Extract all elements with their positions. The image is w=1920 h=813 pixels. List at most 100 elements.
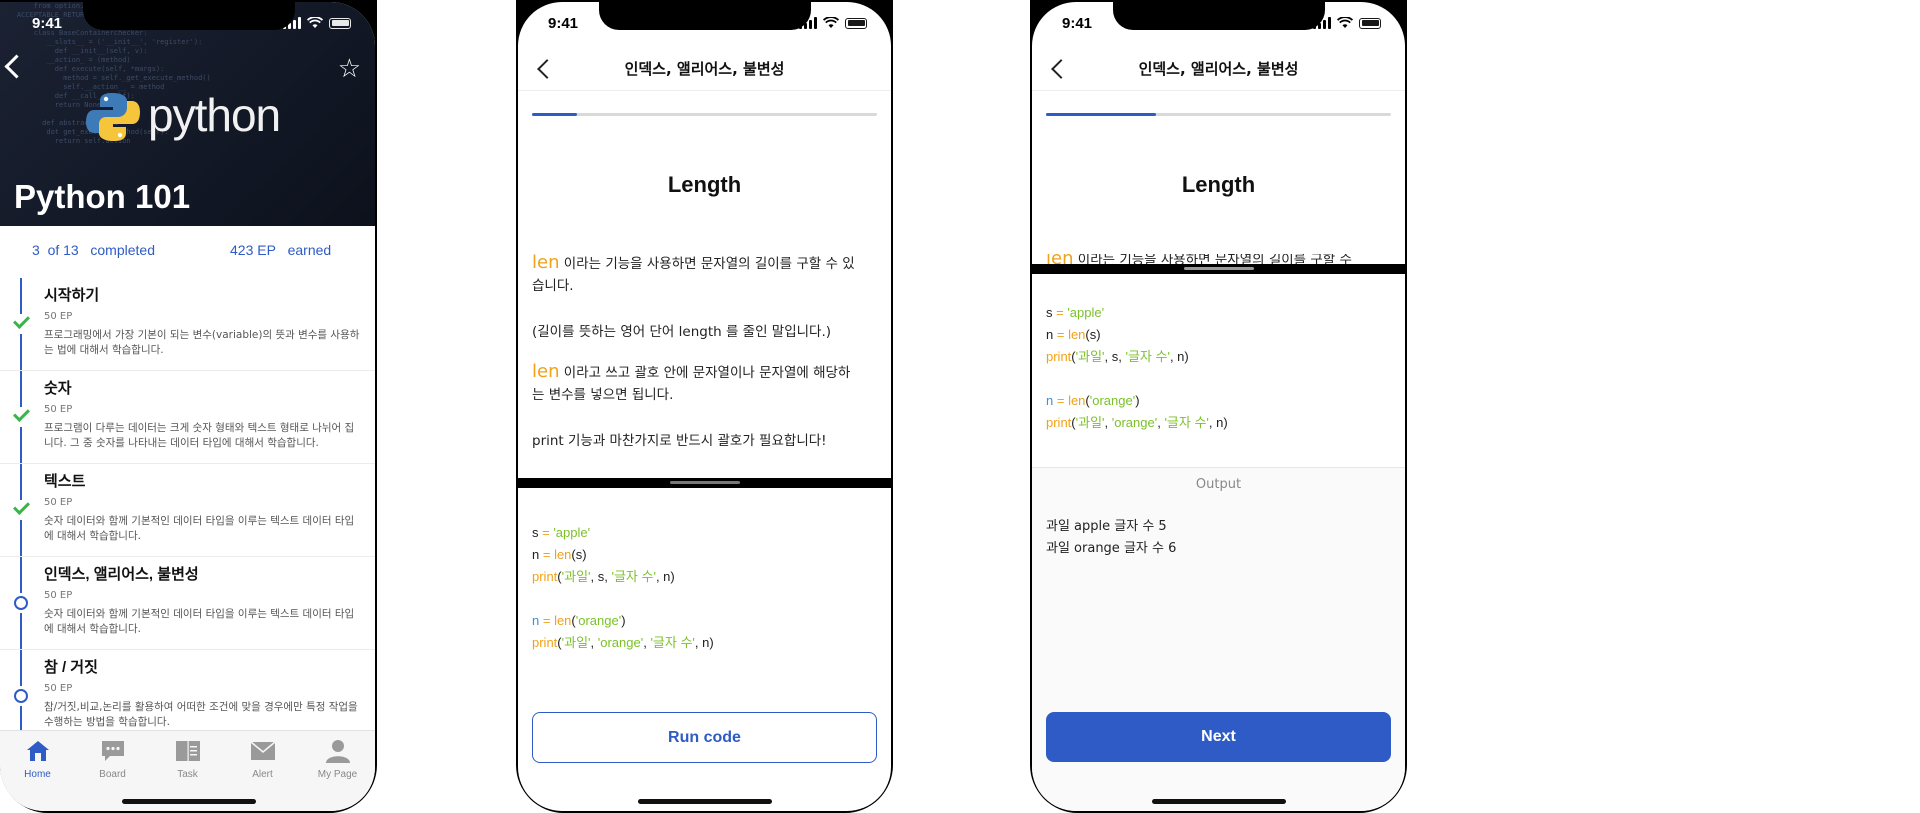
person-icon — [325, 740, 350, 763]
lesson-ep: 50 EP — [44, 404, 73, 415]
status-time: 9:41 — [1062, 15, 1093, 32]
lesson-title: 시작하기 — [44, 287, 100, 304]
status-time: 9:41 — [548, 15, 579, 32]
python-logo-icon — [86, 93, 140, 141]
battery-icon — [1359, 17, 1381, 29]
lesson-screen-step: 인덱스, 앨리어스, 불변성 Length len 이라는 기능을 사용하면 문… — [516, 0, 893, 813]
next-button[interactable]: Next — [1046, 712, 1391, 762]
lesson-screen-content: 인덱스, 앨리어스, 불변성 Length len 이라는 기능을 사용하면 문… — [1032, 2, 1405, 811]
current-circle-icon — [11, 593, 31, 613]
star-icon[interactable]: ☆ — [338, 56, 361, 82]
lesson-progress-fill — [532, 113, 577, 116]
lesson-screen-output: 인덱스, 앨리어스, 불변성 Length len 이라는 기능을 사용하면 문… — [1030, 0, 1407, 813]
code-line: print('과일', s, '글자 수', n) — [532, 569, 675, 584]
panel-splitter[interactable] — [518, 478, 891, 488]
code-line: n = len('orange') — [1046, 393, 1140, 408]
wifi-icon — [307, 17, 323, 28]
tab-board-label: Board — [99, 769, 126, 780]
status-time: 9:41 — [32, 15, 63, 32]
lesson-screen-content: 인덱스, 앨리어스, 불변성 Length len 이라는 기능을 사용하면 문… — [518, 2, 891, 811]
lesson-ep: 50 EP — [44, 683, 73, 694]
tab-home-label: Home — [24, 769, 51, 780]
home-icon — [26, 741, 49, 761]
tab-home[interactable]: Home — [0, 739, 75, 780]
drag-handle[interactable] — [669, 481, 740, 484]
drag-handle[interactable] — [1183, 267, 1254, 270]
completed-check-icon — [11, 405, 31, 427]
lesson-item[interactable]: 시작하기 50 EP 프로그래밍에서 가장 기본이 되는 변수(variable… — [0, 278, 375, 371]
tab-my-page[interactable]: My Page — [300, 739, 375, 780]
lesson-description: 프로그래밍에서 가장 기본이 되는 변수(variable)의 뜻과 변수를 사… — [44, 329, 360, 356]
lesson-title: 텍스트 — [44, 473, 86, 490]
lesson-progress-track — [1046, 113, 1391, 116]
device-notch — [82, 0, 295, 30]
lesson-ep: 50 EP — [44, 497, 73, 508]
code-block: s = 'apple' n = len(s) print('과일', s, '글… — [532, 522, 714, 654]
output-header: Output — [1032, 467, 1405, 503]
chat-icon — [101, 741, 124, 761]
lesson-nav-title: 인덱스, 앨리어스, 불변성 — [624, 60, 785, 78]
wifi-icon — [1337, 17, 1353, 28]
code-line: n = len(s) — [532, 547, 587, 562]
lesson-nav-bar: 인덱스, 앨리어스, 불변성 — [518, 48, 891, 91]
home-indicator — [121, 799, 256, 804]
home-indicator — [1151, 799, 1286, 804]
completed-check-icon — [11, 312, 31, 334]
lesson-description: 숫자 데이터와 함께 기본적인 데이터 타입을 이루는 텍스트 데이터 타입에 … — [44, 608, 355, 635]
device-notch — [598, 0, 811, 30]
lesson-heading: Length — [667, 172, 742, 197]
course-title: Python 101 — [14, 178, 191, 215]
lesson-paragraph-1: len 이라는 기능을 사용하면 문자열의 길이를 구할 수 있습니다. — [532, 252, 855, 294]
code-line: s = 'apple' — [1046, 305, 1105, 320]
python-logo-text: python — [148, 89, 281, 141]
code-line: print('과일', 'orange', '글자 수', n) — [532, 635, 714, 650]
lesson-ep: 50 EP — [44, 590, 73, 601]
battery-icon — [845, 17, 867, 29]
status-icons — [1313, 17, 1381, 29]
lesson-item[interactable]: 인덱스, 앨리어스, 불변성 50 EP 숫자 데이터와 함께 기본적인 데이터… — [0, 557, 375, 650]
wifi-icon — [823, 17, 839, 28]
panel-splitter[interactable] — [1032, 264, 1405, 274]
lesson-progress-fill — [1046, 113, 1157, 116]
home-indicator — [637, 799, 772, 804]
lesson-nav-title: 인덱스, 앨리어스, 불변성 — [1138, 60, 1299, 78]
lesson-heading: Length — [1181, 172, 1256, 197]
lesson-description: 참/거짓,비교,논리를 활용하여 어떠한 조건에 맞을 경우에만 특정 작업을 … — [44, 701, 358, 728]
mail-icon — [249, 741, 276, 760]
run-code-button[interactable]: Run code — [532, 712, 877, 763]
lesson-description: 프로그램이 다루는 데이터는 크게 숫자 형태와 텍스트 형태로 나뉘어 집니다… — [44, 422, 355, 449]
tab-alert[interactable]: Alert — [225, 739, 300, 780]
completed-check-icon — [11, 498, 31, 520]
lesson-progress-track — [532, 113, 877, 116]
lesson-title: 인덱스, 앨리어스, 불변성 — [44, 566, 199, 583]
output-panel: 과일 apple 글자 수 5 과일 orange 글자 수 6 — [1032, 502, 1405, 811]
tab-alert-label: Alert — [252, 769, 273, 780]
lesson-nav-bar: 인덱스, 앨리어스, 불변성 — [1032, 48, 1405, 91]
tab-task-label: Task — [177, 769, 198, 780]
tab-my-page-label: My Page — [317, 769, 358, 780]
status-icons — [799, 17, 867, 29]
device-notch — [1112, 0, 1325, 30]
lesson-paragraph-2: (길이를 뜻하는 영어 단어 length 를 줄인 말입니다.) — [532, 324, 832, 340]
battery-icon — [329, 17, 351, 29]
course-progress: 3 of 13 completed 423 EP earned — [0, 242, 375, 266]
course-screen-content: from option.common import ACCEPTABLE_RET… — [0, 2, 375, 811]
keyword-len: len — [532, 361, 560, 382]
lesson-item[interactable]: 숫자 50 EP 프로그램이 다루는 데이터는 크게 숫자 형태와 텍스트 형태… — [0, 371, 375, 464]
lesson-list: 시작하기 50 EP 프로그래밍에서 가장 기본이 되는 변수(variable… — [0, 278, 375, 743]
status-icons — [283, 17, 351, 29]
course-screen: from option.common import ACCEPTABLE_RET… — [0, 0, 377, 813]
code-block: s = 'apple' n = len(s) print('과일', s, '글… — [1046, 302, 1228, 434]
tab-board[interactable]: Board — [75, 739, 150, 780]
lesson-paragraph-4: print 기능과 마찬가지로 반드시 괄호가 필요합니다! — [532, 433, 827, 449]
ep-summary: 423 EP earned — [230, 242, 332, 258]
lesson-ep: 50 EP — [44, 311, 73, 322]
code-line: s = 'apple' — [532, 525, 591, 540]
tab-task[interactable]: Task — [150, 739, 225, 780]
code-line: print('과일', 'orange', '글자 수', n) — [1046, 415, 1228, 430]
current-circle-icon — [11, 686, 31, 706]
lesson-item[interactable]: 텍스트 50 EP 숫자 데이터와 함께 기본적인 데이터 타입을 이루는 텍스… — [0, 464, 375, 557]
book-icon — [175, 741, 200, 761]
